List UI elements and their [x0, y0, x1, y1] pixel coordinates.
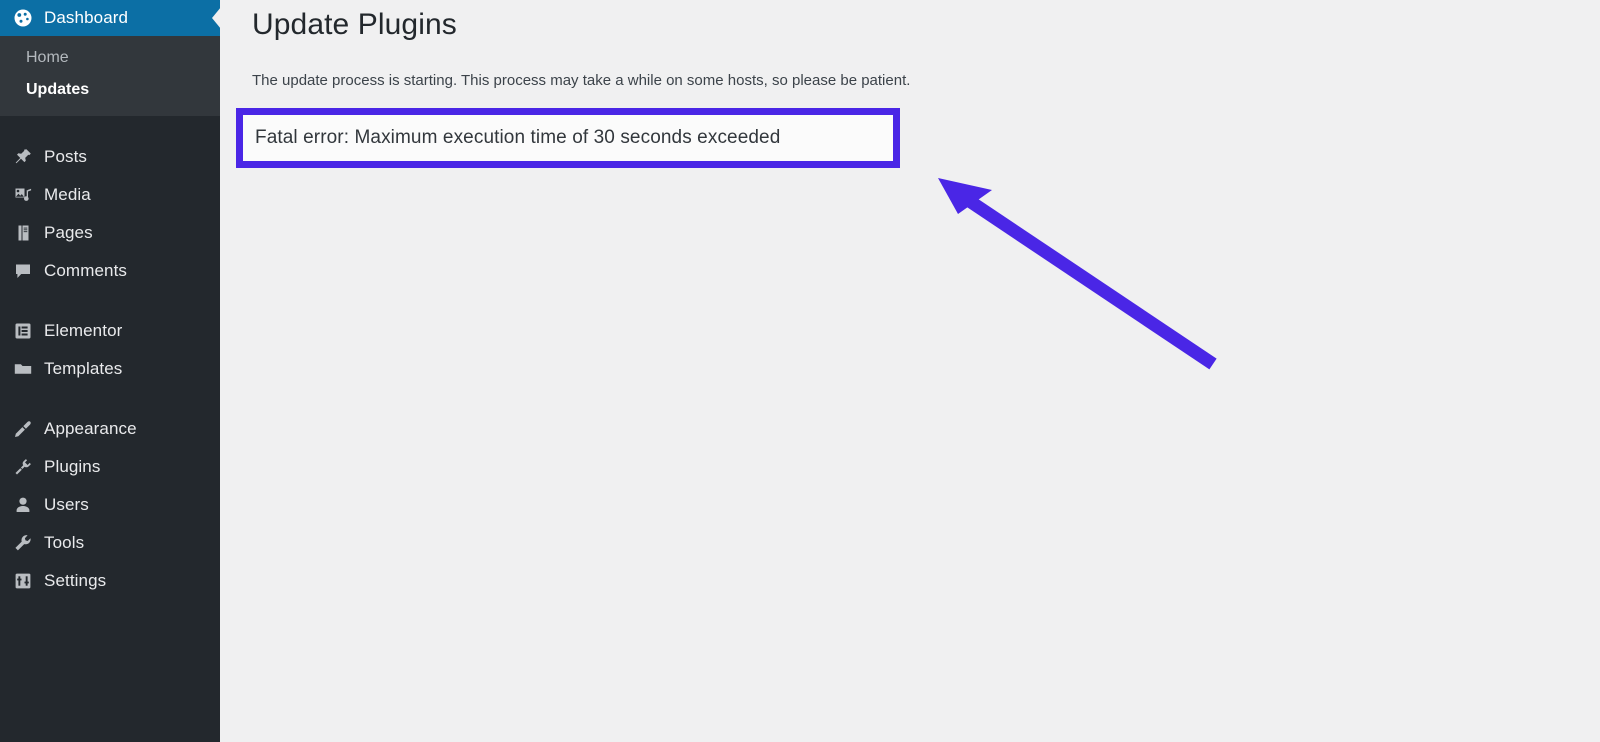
sidebar-item-templates[interactable]: Templates [0, 350, 220, 388]
menu-separator [0, 290, 220, 312]
sidebar-item-posts[interactable]: Posts [0, 138, 220, 176]
fatal-error-highlight-box: Fatal error: Maximum execution time of 3… [236, 108, 900, 168]
dashboard-icon [8, 8, 38, 28]
sidebar-item-tools[interactable]: Tools [0, 524, 220, 562]
sidebar-item-elementor[interactable]: Elementor [0, 312, 220, 350]
update-status-text: The update process is starting. This pro… [252, 72, 911, 89]
plug-icon [8, 457, 38, 477]
sidebar-item-pages[interactable]: Pages [0, 214, 220, 252]
main-content: Update Plugins The update process is sta… [220, 0, 1600, 742]
sidebar-item-label: Dashboard [44, 8, 129, 27]
sidebar-item-label: Plugins [44, 457, 101, 476]
submenu-item-home[interactable]: Home [0, 42, 220, 74]
elementor-icon [8, 321, 38, 341]
page-title: Update Plugins [252, 8, 457, 41]
sidebar-item-label: Elementor [44, 321, 123, 340]
fatal-error-message: Fatal error: Maximum execution time of 3… [255, 127, 781, 148]
folder-icon [8, 359, 38, 379]
admin-sidebar: Dashboard Home Updates Posts Media Pages… [0, 0, 220, 742]
menu-separator [0, 116, 220, 138]
pages-icon [8, 223, 38, 243]
sidebar-item-appearance[interactable]: Appearance [0, 410, 220, 448]
sidebar-item-users[interactable]: Users [0, 486, 220, 524]
wrench-icon [8, 533, 38, 553]
sidebar-item-comments[interactable]: Comments [0, 252, 220, 290]
sidebar-item-label: Comments [44, 261, 127, 280]
user-icon [8, 495, 38, 515]
sidebar-item-media[interactable]: Media [0, 176, 220, 214]
submenu-item-updates[interactable]: Updates [0, 74, 220, 106]
sidebar-item-label: Settings [44, 571, 107, 590]
pin-icon [8, 147, 38, 167]
sidebar-item-dashboard[interactable]: Dashboard [0, 0, 220, 36]
menu-separator [0, 388, 220, 410]
sidebar-item-label: Media [44, 185, 91, 204]
media-icon [8, 185, 38, 205]
sidebar-item-plugins[interactable]: Plugins [0, 448, 220, 486]
paintbrush-icon [8, 419, 38, 439]
sidebar-item-label: Pages [44, 223, 93, 242]
sidebar-item-settings[interactable]: Settings [0, 562, 220, 600]
sidebar-item-label: Appearance [44, 419, 137, 438]
sidebar-item-label: Templates [44, 359, 123, 378]
sidebar-item-label: Posts [44, 147, 88, 166]
settings-icon [8, 571, 38, 591]
comments-icon [8, 261, 38, 281]
dashboard-submenu: Home Updates [0, 36, 220, 116]
sidebar-item-label: Users [44, 495, 89, 514]
sidebar-item-label: Tools [44, 533, 85, 552]
